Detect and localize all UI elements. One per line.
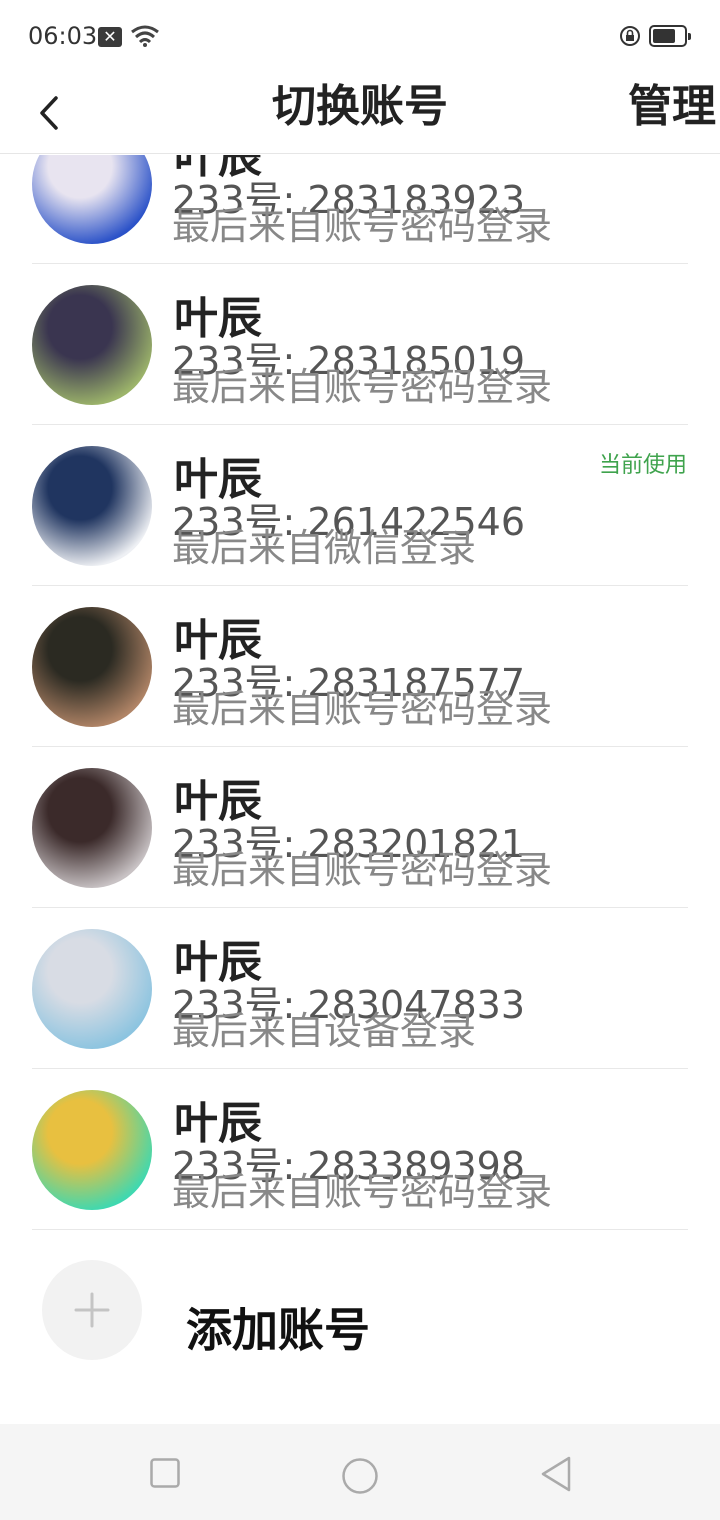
add-account-button[interactable]: 添加账号 bbox=[0, 1230, 720, 1390]
account-item[interactable]: 叶辰 233号: 261422546 最后来自微信登录 当前使用 bbox=[0, 425, 720, 586]
account-name: 叶辰 bbox=[174, 615, 262, 666]
account-login-method: 最后来自账号密码登录 bbox=[172, 1170, 553, 1214]
system-nav-bar bbox=[0, 1424, 720, 1520]
notification-close-icon: ✕ bbox=[98, 27, 122, 47]
avatar bbox=[32, 285, 152, 405]
account-name: 叶辰 bbox=[174, 1098, 262, 1149]
account-item[interactable]: 叶辰 233号: 283185019 最后来自账号密码登录 bbox=[0, 264, 720, 425]
account-item[interactable]: 叶辰 233号: 283201821 最后来自账号密码登录 bbox=[0, 747, 720, 908]
manage-button[interactable]: 管理 bbox=[628, 76, 716, 138]
account-item[interactable]: 叶辰 233号: 283389398 最后来自账号密码登录 bbox=[0, 1069, 720, 1230]
account-name: 叶辰 bbox=[174, 776, 262, 827]
avatar bbox=[32, 607, 152, 727]
avatar bbox=[32, 768, 152, 888]
account-login-method: 最后来自账号密码登录 bbox=[172, 204, 553, 248]
account-item[interactable]: 叶辰 233号: 283047833 最后来自设备登录 bbox=[0, 908, 720, 1069]
account-login-method: 最后来自账号密码登录 bbox=[172, 365, 553, 409]
account-login-method: 最后来自微信登录 bbox=[172, 526, 477, 570]
recent-apps-button[interactable] bbox=[150, 1458, 180, 1488]
status-time: 06:03 bbox=[28, 22, 98, 50]
home-button[interactable] bbox=[341, 1457, 379, 1495]
account-list[interactable]: 叶辰 233号: 283183923 最后来自账号密码登录 叶辰 233号: 28318… bbox=[0, 155, 720, 1423]
nav-back-button[interactable] bbox=[539, 1456, 573, 1492]
add-account-circle[interactable] bbox=[42, 1260, 142, 1360]
account-login-method: 最后来自账号密码登录 bbox=[172, 687, 553, 731]
account-item[interactable]: 叶辰 233号: 283187577 最后来自账号密码登录 bbox=[0, 586, 720, 747]
account-login-method: 最后来自设备登录 bbox=[172, 1009, 477, 1053]
avatar bbox=[32, 155, 152, 244]
current-account-badge: 当前使用 bbox=[598, 453, 687, 478]
avatar bbox=[32, 1090, 152, 1210]
page-title: 切换账号 bbox=[272, 81, 448, 132]
add-account-label: 添加账号 bbox=[186, 1303, 370, 1357]
avatar bbox=[32, 446, 152, 566]
avatar bbox=[32, 929, 152, 1049]
account-login-method: 最后来自账号密码登录 bbox=[172, 848, 553, 892]
wifi-icon bbox=[131, 25, 159, 47]
account-name: 叶辰 bbox=[174, 293, 262, 344]
status-bar: 06:03 ✕ bbox=[0, 0, 720, 72]
account-name: 叶辰 bbox=[174, 937, 262, 988]
account-name: 叶辰 bbox=[174, 454, 262, 505]
plus-icon bbox=[74, 1292, 110, 1328]
rotation-lock-icon bbox=[620, 26, 640, 46]
account-item[interactable]: 叶辰 233号: 283183923 最后来自账号密码登录 bbox=[0, 155, 720, 264]
battery-icon bbox=[649, 25, 691, 47]
app-header: 切换账号 管理 bbox=[0, 72, 720, 154]
